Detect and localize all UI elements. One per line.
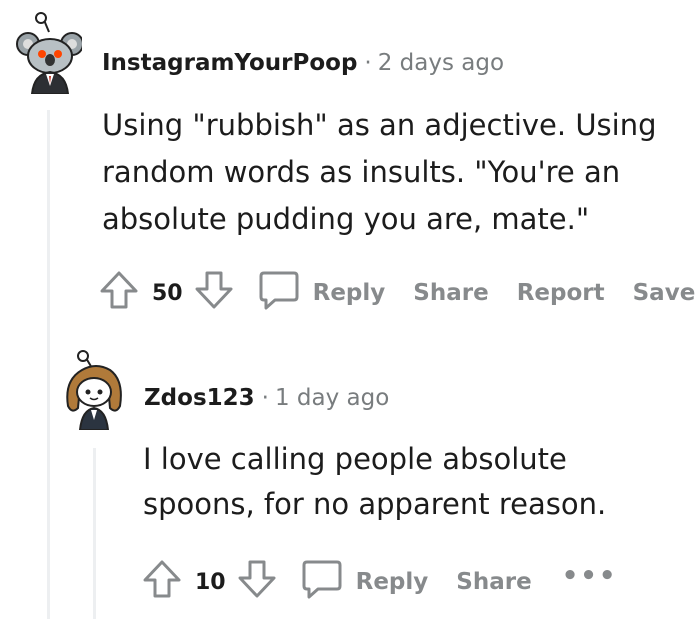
avatar[interactable] (62, 350, 128, 430)
reply-label: Reply (355, 569, 429, 595)
reply-label: Reply (312, 280, 386, 306)
upvote-icon[interactable] (98, 269, 140, 317)
share-label: Share (413, 280, 489, 306)
more-options-button[interactable]: ••• (562, 561, 618, 597)
author-name[interactable]: InstagramYourPoop (102, 50, 357, 76)
save-label: Save (632, 280, 696, 306)
comment-bubble-icon (300, 557, 344, 607)
meta-separator: · (261, 385, 269, 411)
upvote-icon[interactable] (141, 558, 183, 606)
downvote-icon[interactable] (193, 269, 235, 317)
share-button[interactable]: Share (456, 569, 531, 595)
comment-meta: Zdos123 · 1 day ago (144, 385, 389, 411)
avatar[interactable] (16, 10, 82, 94)
timestamp[interactable]: 1 day ago (275, 385, 389, 411)
comment-body-line: spoons, for no apparent reason. (143, 487, 607, 521)
author-name[interactable]: Zdos123 (144, 385, 255, 411)
share-button[interactable]: Share (413, 280, 488, 306)
threadline-level-2[interactable] (93, 448, 96, 619)
threadline-level-1[interactable] (47, 110, 50, 619)
more-options-icon: ••• (561, 561, 618, 591)
report-label: Report (516, 280, 605, 306)
comment-meta: InstagramYourPoop · 2 days ago (102, 50, 504, 76)
save-button[interactable]: Save (633, 280, 696, 306)
comment-body-line: absolute pudding you are, mate." (102, 202, 590, 236)
share-label: Share (456, 569, 532, 595)
comment-actions: 50 Reply Share Report Save (98, 268, 695, 318)
downvote-icon[interactable] (236, 558, 278, 606)
comment-body-line: I love calling people absolute (143, 442, 567, 476)
vote-score: 10 (195, 569, 226, 595)
comment-actions: 10 Reply Share ••• (141, 557, 618, 607)
reply-button[interactable]: Reply (300, 557, 429, 607)
comment-body-line: Using "rubbish" as an adjective. Using (102, 108, 657, 142)
timestamp[interactable]: 2 days ago (378, 50, 504, 76)
vote-score: 50 (152, 280, 183, 306)
report-button[interactable]: Report (517, 280, 605, 306)
curly-hair-snoo-avatar-icon (66, 350, 122, 430)
comment-bubble-icon (257, 268, 301, 318)
meta-separator: · (364, 50, 372, 76)
comment-body-line: random words as insults. "You're an (102, 155, 621, 189)
koala-snoo-avatar-icon (16, 12, 82, 94)
comment-body: Using "rubbish" as an adjective. Using r… (102, 102, 657, 243)
comment-thread: InstagramYourPoop · 2 days ago Using "rubb… (0, 0, 700, 619)
comment-body: I love calling people absolute spoons, f… (143, 437, 606, 527)
reply-button[interactable]: Reply (257, 268, 386, 318)
